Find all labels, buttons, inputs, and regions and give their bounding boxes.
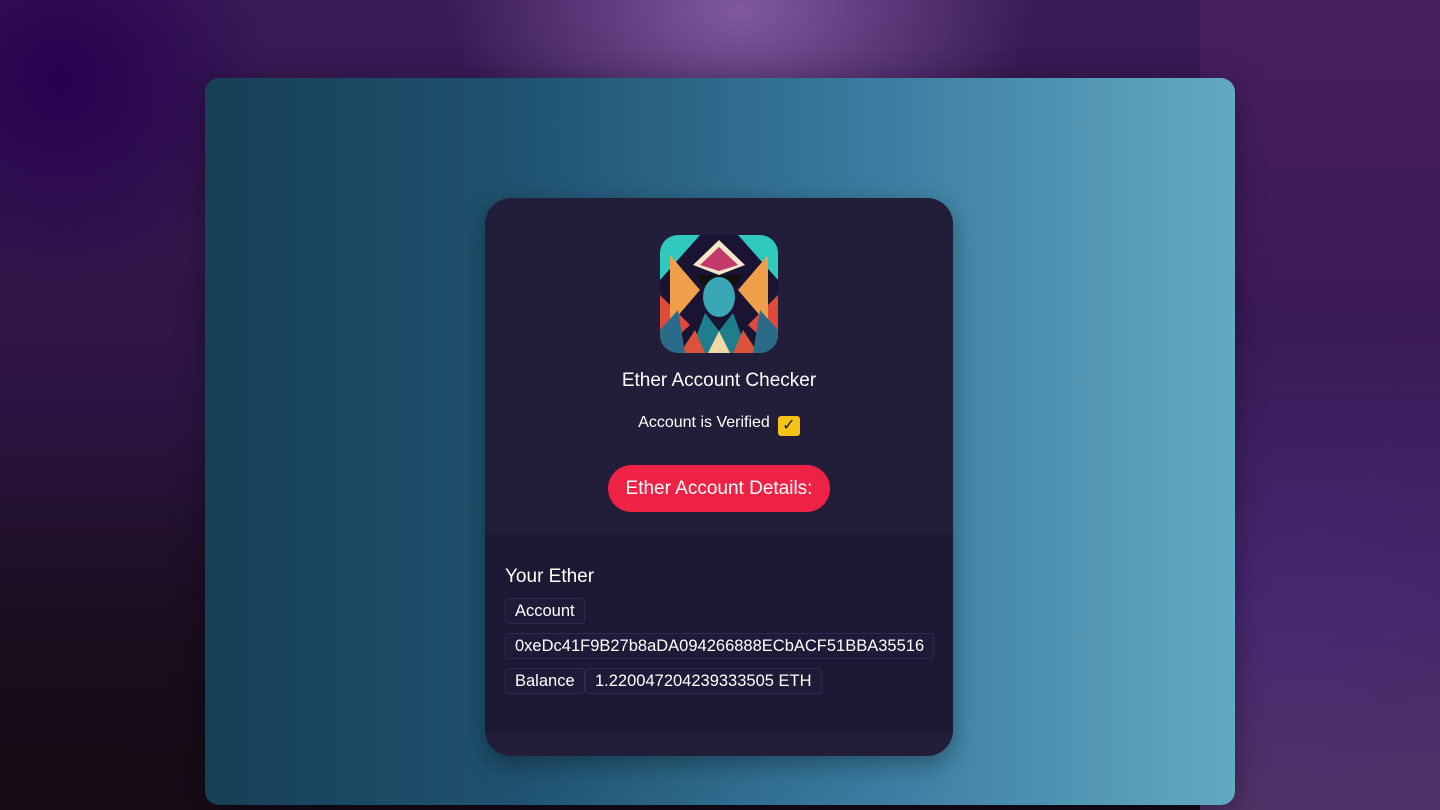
app-title: Ether Account Checker (621, 370, 817, 391)
verification-status: Account is Verified ✓ (485, 414, 953, 436)
abstract-portrait-icon (660, 235, 778, 353)
balance-label: Balance (505, 668, 585, 694)
account-details-button[interactable]: Ether Account Details: (608, 465, 830, 512)
account-address: 0xeDc41F9B27b8aDA094266888ECbACF51BBA355… (505, 633, 935, 659)
verification-status-text: Account is Verified (638, 414, 770, 431)
avatar-image (660, 235, 778, 353)
account-card: Ether Account Checker Account is Verifie… (485, 198, 953, 756)
check-box-icon: ✓ (777, 416, 800, 436)
account-details-section: Your Ether Account 0xeDc41F9B27b8aDA0942… (485, 535, 953, 734)
background-right-glow (1200, 0, 1440, 810)
background-left-shadow (0, 410, 220, 810)
details-heading: Your Ether (505, 566, 595, 587)
account-label: Account (505, 598, 585, 624)
balance-value: 1.220047204239333505 ETH (585, 668, 822, 694)
